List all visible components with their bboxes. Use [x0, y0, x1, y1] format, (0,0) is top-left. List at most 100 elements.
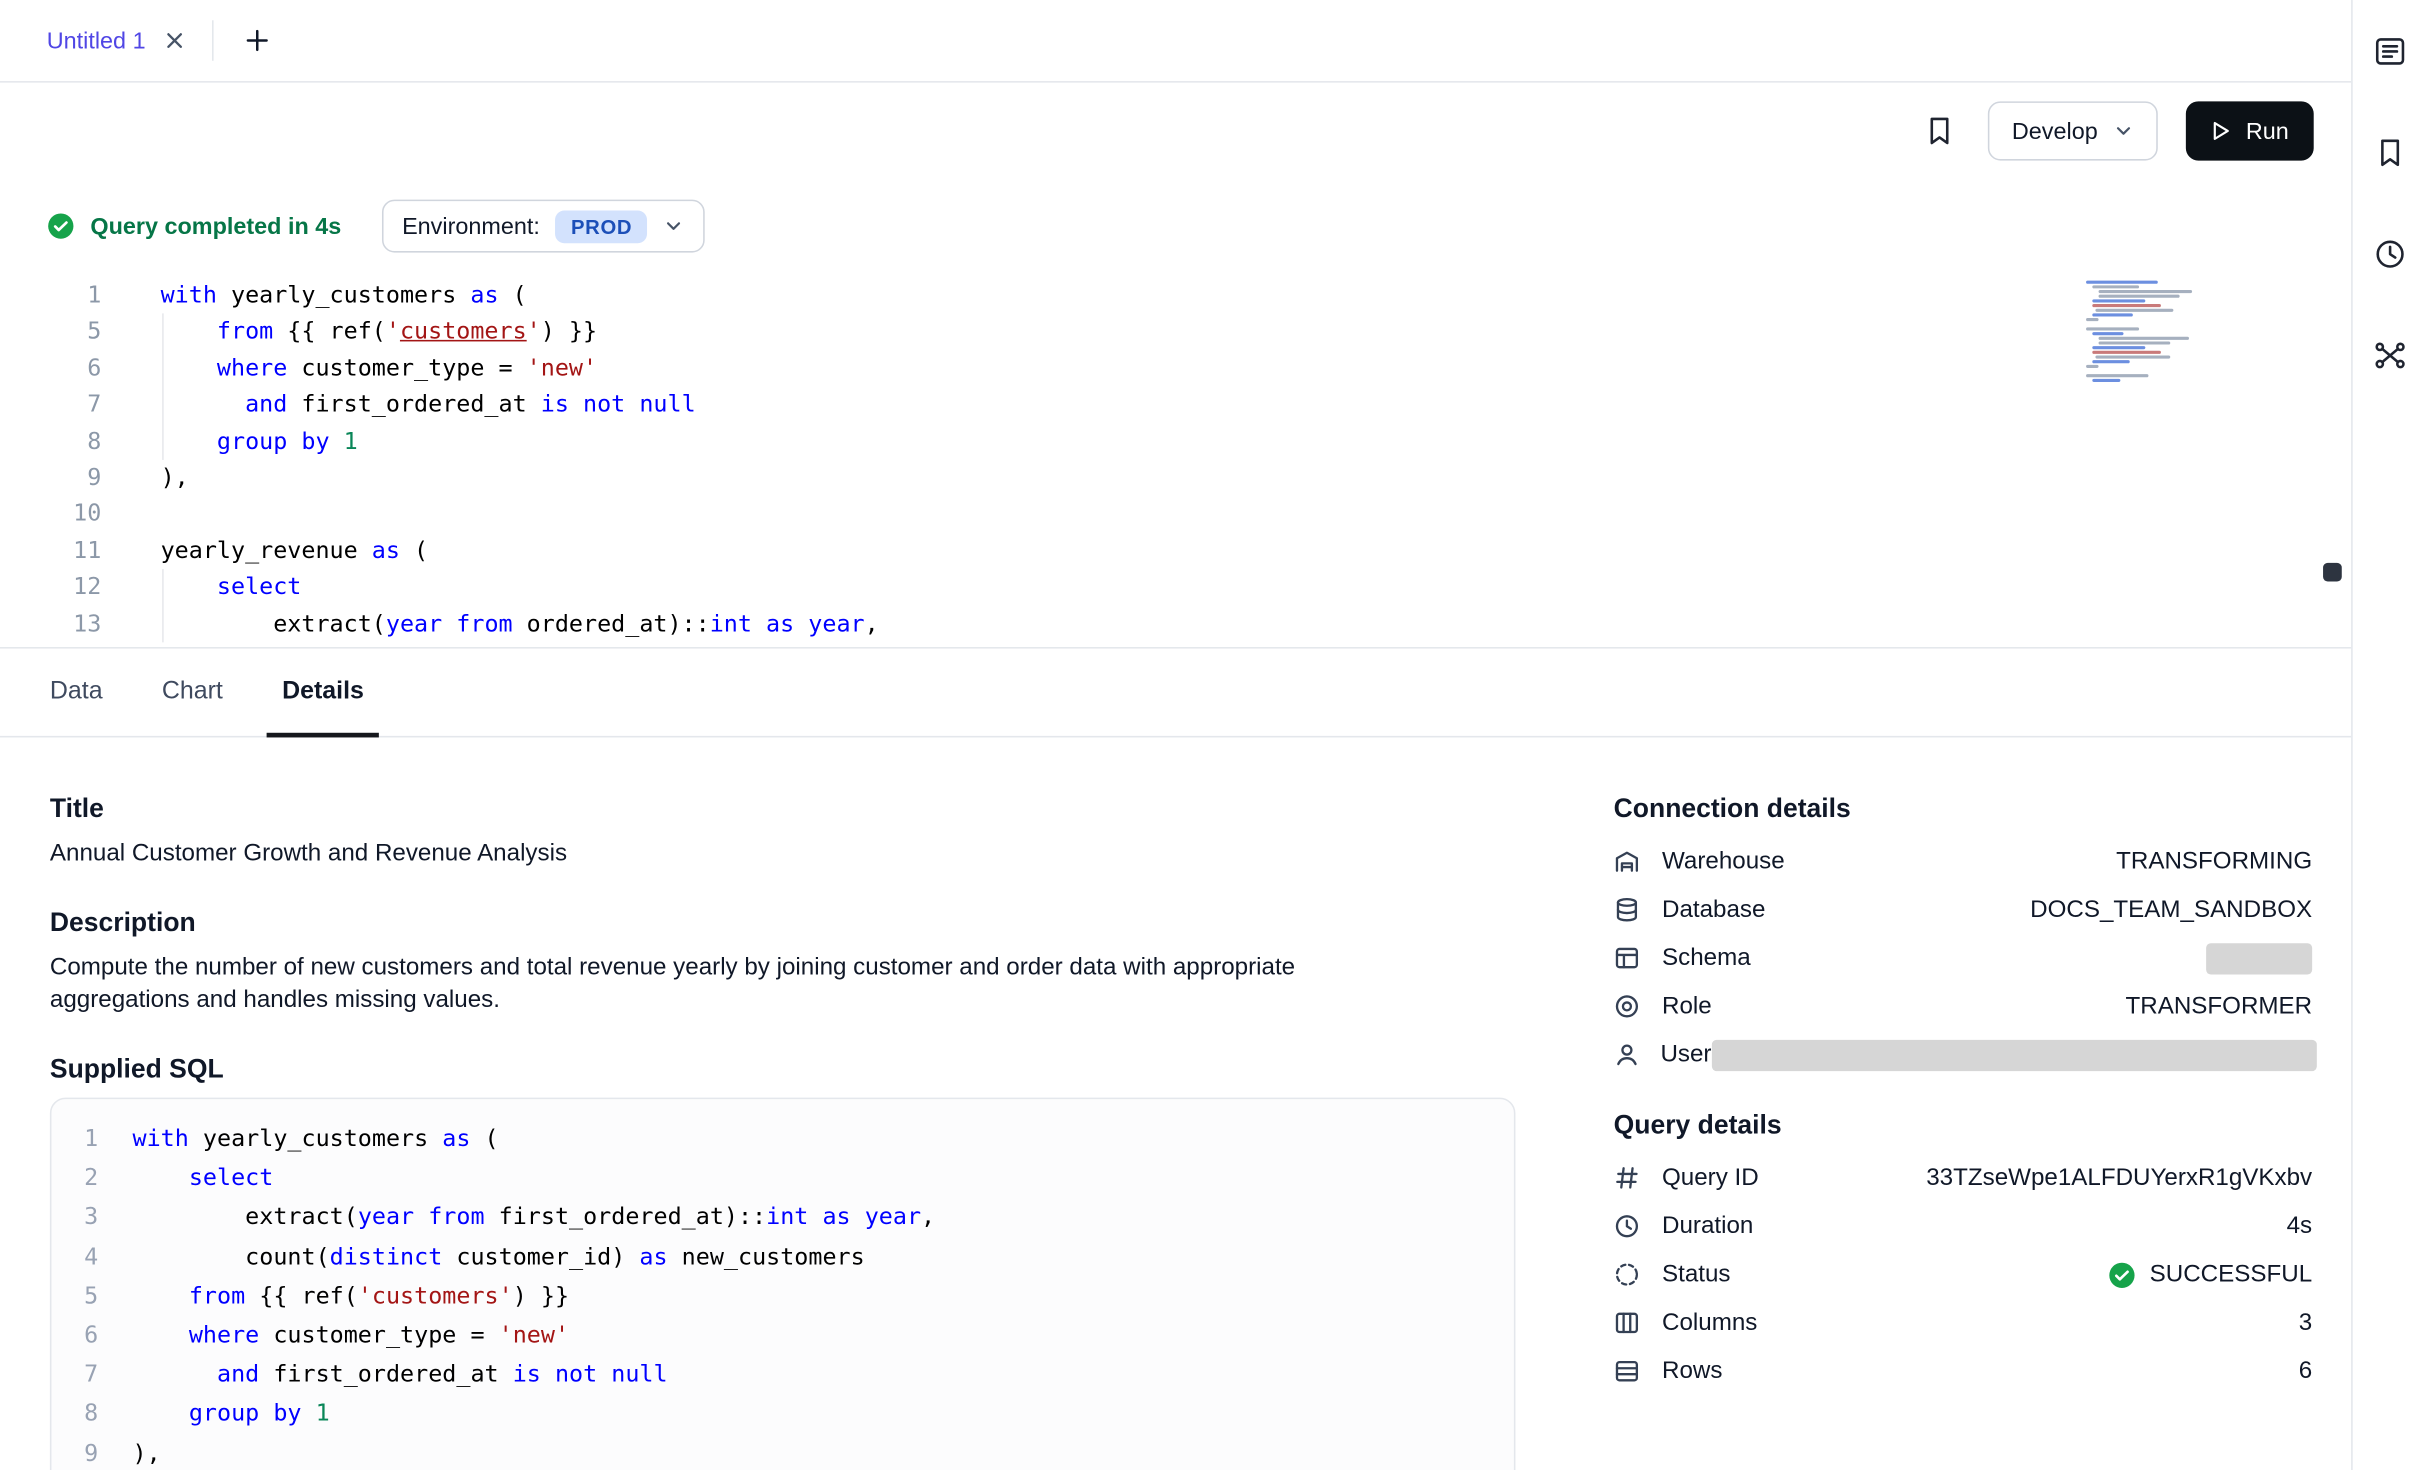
row-label: Duration [1662, 1212, 1753, 1240]
supplied-sql-lines: 1with yearly_customers as (2 select3 ext… [51, 1119, 1513, 1470]
indent-guide [162, 569, 164, 642]
line-number: 6 [51, 1316, 98, 1355]
row-value: 3 [2299, 1309, 2312, 1337]
bookmark-icon[interactable] [2369, 133, 2410, 174]
schema-icon [1614, 944, 1642, 972]
code-text: where customer_type = 'new' [161, 350, 597, 386]
right-sidebar [2351, 0, 2426, 1470]
hash-icon [1614, 1164, 1642, 1192]
details-pane: Title Annual Customer Growth and Revenue… [0, 737, 2351, 1470]
rows-icon [1614, 1357, 1642, 1385]
panel-outline-icon[interactable] [2369, 31, 2410, 72]
editor-tab-untitled[interactable]: Untitled 1 [0, 0, 213, 81]
code-line: 9), [51, 1434, 1513, 1470]
code-text: group by 1 [161, 423, 358, 459]
redacted-value [1711, 1039, 2316, 1070]
code-line: 8 group by 1 [0, 423, 2351, 459]
query-status: Query completed in 4s [47, 212, 341, 240]
code-text: with yearly_customers as ( [161, 278, 527, 314]
sql-editor[interactable]: 1with yearly_customers as (5 from {{ ref… [0, 273, 2351, 649]
line-number: 2 [51, 1159, 98, 1198]
connection-row: User [1614, 1031, 2312, 1079]
line-number: 8 [51, 1394, 98, 1433]
connection-details-heading: Connection details [1614, 794, 2312, 825]
chevron-down-icon [663, 215, 685, 237]
code-line: 5 from {{ ref('customers') }} [0, 314, 2351, 350]
code-text: extract(year from first_ordered_at)::int… [133, 1198, 936, 1237]
query-details-heading: Query details [1614, 1110, 2312, 1141]
tab-details[interactable]: Details [266, 649, 379, 736]
indent-guide [162, 314, 164, 460]
develop-dropdown[interactable]: Develop [1989, 101, 2159, 160]
connection-row: DatabaseDOCS_TEAM_SANDBOX [1614, 886, 2312, 934]
code-line: 13 extract(year from ordered_at)::int as… [0, 606, 2351, 642]
result-tabs: Data Chart Details [0, 649, 2351, 738]
line-number: 13 [0, 606, 101, 642]
row-label: Schema [1662, 944, 1751, 972]
row-label: Rows [1662, 1357, 1722, 1385]
row-label: Columns [1662, 1309, 1757, 1337]
row-label: Query ID [1662, 1164, 1759, 1192]
code-text: and first_ordered_at is not null [133, 1355, 668, 1394]
play-icon [2212, 120, 2232, 142]
row-value: TRANSFORMING [2116, 847, 2312, 875]
row-value: 6 [2299, 1357, 2312, 1385]
code-line: 9), [0, 460, 2351, 496]
details-right: Connection details Warehouse TRANSFORMING… [1614, 794, 2312, 1396]
tab-chart[interactable]: Chart [146, 649, 238, 736]
line-number: 5 [51, 1277, 98, 1316]
line-number: 8 [0, 423, 101, 459]
environment-badge: PROD [555, 210, 647, 243]
connection-row: Warehouse TRANSFORMING [1614, 837, 2312, 885]
status-circle-icon [1614, 1261, 1642, 1289]
row-value [1711, 1039, 2316, 1070]
code-line: 4 count(distinct customer_id) as new_cus… [51, 1237, 1513, 1276]
line-number: 10 [0, 496, 101, 532]
code-text: select [133, 1159, 274, 1198]
new-tab-button[interactable] [239, 22, 276, 59]
query-row: Columns 3 [1614, 1299, 2312, 1347]
database-icon [1614, 896, 1642, 924]
connection-row: Schema [1614, 934, 2312, 982]
code-text: group by 1 [133, 1394, 330, 1433]
history-icon[interactable] [2369, 234, 2410, 275]
main-column: Untitled 1 Develop Run [0, 0, 2351, 1470]
code-text: with yearly_customers as ( [133, 1119, 499, 1158]
user-icon [1614, 1041, 1641, 1069]
toolbar: Develop Run [0, 83, 2351, 180]
query-row: Status SUCCESSFUL [1614, 1250, 2312, 1298]
develop-label: Develop [2012, 118, 2098, 145]
row-value: 4s [2287, 1212, 2313, 1240]
line-number: 3 [51, 1198, 98, 1237]
tab-data[interactable]: Data [34, 649, 118, 736]
query-row: Rows 6 [1614, 1347, 2312, 1395]
code-line: 7 and first_ordered_at is not null [51, 1355, 1513, 1394]
warehouse-icon [1614, 847, 1642, 875]
row-label: Role [1662, 992, 1712, 1020]
run-button[interactable]: Run [2187, 101, 2314, 160]
code-text: yearly_revenue as ( [161, 533, 429, 569]
code-text: count(distinct customer_id) as new_custo… [133, 1237, 865, 1276]
lineage-icon[interactable] [2369, 335, 2410, 376]
code-line: 6 where customer_type = 'new' [0, 350, 2351, 386]
row-label: Warehouse [1662, 847, 1785, 875]
code-line: 1with yearly_customers as ( [0, 278, 2351, 314]
query-row: Duration 4s [1614, 1202, 2312, 1250]
description-value: Compute the number of new customers and … [50, 951, 1383, 1016]
bookmark-button[interactable] [1920, 111, 1961, 152]
role-icon [1614, 992, 1642, 1020]
query-row: Query ID33TZseWpe1ALFDUYerxR1gVKxbv [1614, 1154, 2312, 1202]
code-line: 11yearly_revenue as ( [0, 533, 2351, 569]
row-label: Status [1662, 1261, 1731, 1289]
environment-selector[interactable]: Environment: PROD [382, 200, 706, 253]
columns-icon [1614, 1309, 1642, 1337]
row-value: SUCCESSFUL [2108, 1261, 2313, 1289]
editor-scrollbar-thumb[interactable] [2323, 563, 2342, 582]
chevron-down-icon [2113, 120, 2135, 142]
editor-minimap[interactable] [2086, 281, 2201, 384]
close-tab-icon[interactable] [163, 28, 188, 53]
tab-label: Untitled 1 [47, 27, 146, 54]
editor-lines: 1with yearly_customers as (5 from {{ ref… [0, 278, 2351, 643]
code-text: where customer_type = 'new' [133, 1316, 569, 1355]
row-label: User [1660, 1041, 1711, 1069]
